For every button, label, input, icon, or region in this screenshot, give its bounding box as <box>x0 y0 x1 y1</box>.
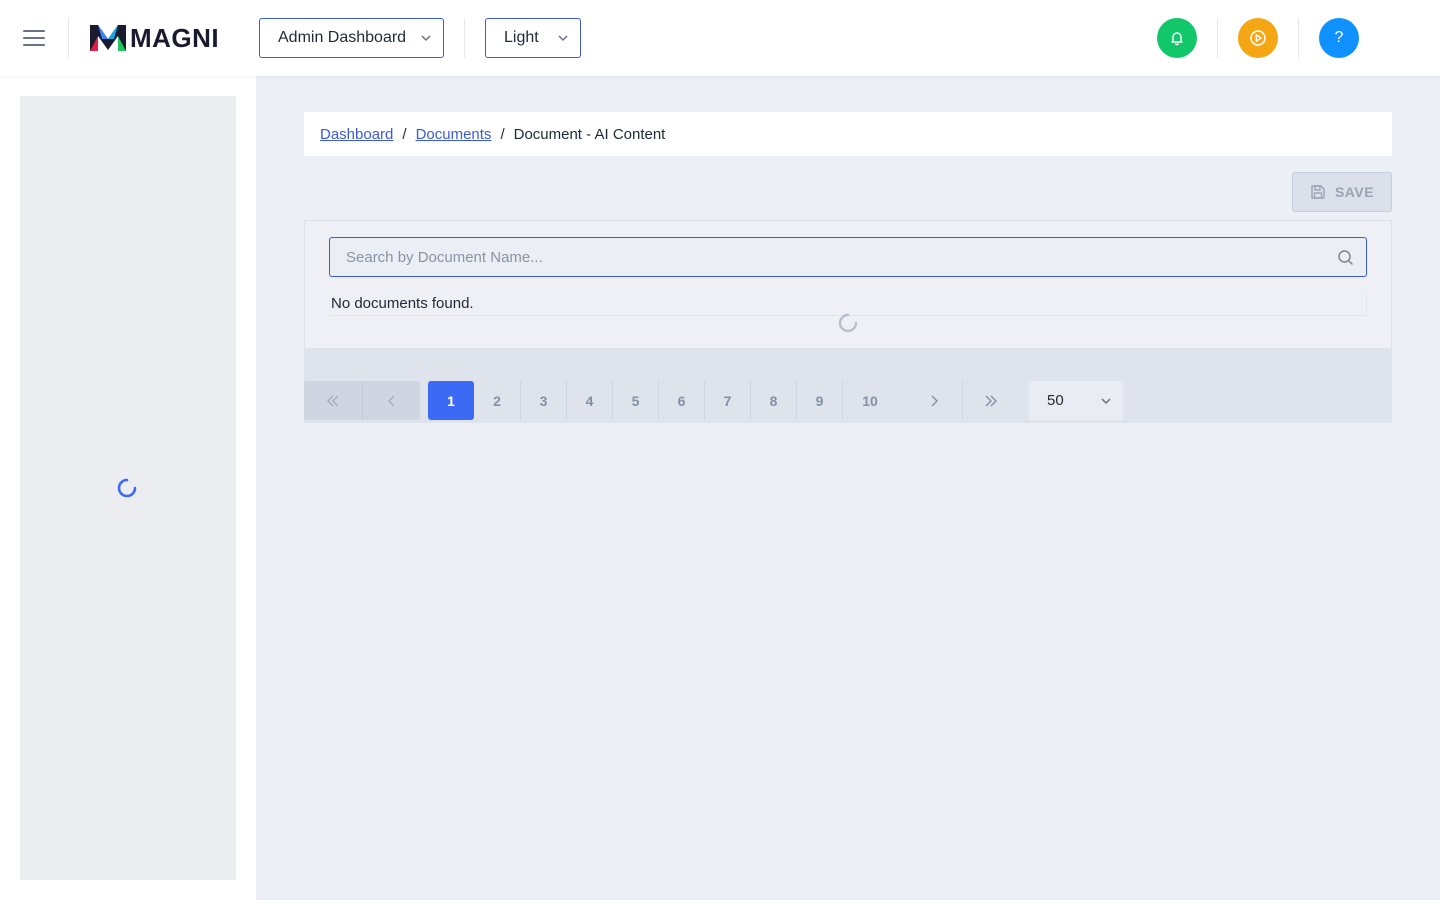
chevron-down-icon <box>1101 398 1111 405</box>
breadcrumb-link-documents[interactable]: Documents <box>416 126 492 143</box>
search-icon[interactable] <box>1337 249 1354 266</box>
double-chevron-right-icon <box>985 395 997 406</box>
app-logo[interactable]: MAGNI <box>90 22 219 54</box>
menu-icon[interactable] <box>23 30 45 46</box>
breadcrumb: Dashboard / Documents / Document - AI Co… <box>304 112 1392 156</box>
page-button[interactable]: 3 <box>521 381 566 420</box>
chevron-left-icon <box>387 395 394 406</box>
page-button[interactable]: 7 <box>705 381 750 420</box>
logo-text: MAGNI <box>130 22 220 53</box>
theme-select-value: Light <box>504 29 539 46</box>
first-page-button[interactable] <box>304 381 362 420</box>
page-button[interactable]: 9 <box>797 381 842 420</box>
next-page-button[interactable] <box>906 381 961 420</box>
last-page-button[interactable] <box>963 381 1018 420</box>
help-button[interactable]: ? <box>1319 18 1359 58</box>
notifications-button[interactable] <box>1157 18 1197 58</box>
dashboard-select[interactable]: Admin Dashboard <box>259 18 444 58</box>
page-size-value: 50 <box>1047 392 1064 409</box>
header-divider <box>1217 18 1218 58</box>
breadcrumb-separator: / <box>402 125 407 143</box>
double-chevron-left-icon <box>327 395 339 406</box>
page-button[interactable]: 2 <box>474 381 520 420</box>
play-circle-icon <box>1250 30 1266 46</box>
save-button[interactable]: SAVE <box>1292 172 1392 212</box>
top-header: MAGNI Admin Dashboard Light ? <box>0 0 1440 76</box>
header-divider <box>68 18 69 58</box>
chevron-down-icon <box>558 35 568 42</box>
sidebar-panel <box>20 96 236 880</box>
page-size-select[interactable]: 50 <box>1029 381 1123 420</box>
activity-button[interactable] <box>1238 18 1278 58</box>
header-divider <box>1298 18 1299 58</box>
page-button[interactable]: 8 <box>751 381 796 420</box>
breadcrumb-separator: / <box>500 125 505 143</box>
page-button[interactable]: 5 <box>613 381 658 420</box>
loading-spinner-icon <box>838 313 858 333</box>
loading-spinner-icon <box>117 478 137 498</box>
save-icon <box>1311 185 1325 199</box>
theme-select[interactable]: Light <box>485 18 581 58</box>
page-button[interactable]: 4 <box>567 381 612 420</box>
header-divider <box>464 18 465 58</box>
search-input[interactable] <box>346 248 1326 266</box>
breadcrumb-link-dashboard[interactable]: Dashboard <box>320 126 393 143</box>
page-button[interactable]: 10 <box>843 381 897 420</box>
dashboard-select-value: Admin Dashboard <box>278 29 407 46</box>
previous-page-button[interactable] <box>362 381 420 420</box>
question-icon: ? <box>1334 29 1344 46</box>
breadcrumb-current: Document - AI Content <box>513 125 666 143</box>
chevron-right-icon <box>931 395 938 406</box>
save-button-label: SAVE <box>1334 184 1375 200</box>
page-button[interactable]: 1 <box>428 381 474 420</box>
bell-icon <box>1171 32 1183 46</box>
chevron-down-icon <box>421 35 431 42</box>
search-field[interactable] <box>329 237 1367 277</box>
logo-mark-icon <box>90 25 126 51</box>
page-button[interactable]: 6 <box>659 381 704 420</box>
